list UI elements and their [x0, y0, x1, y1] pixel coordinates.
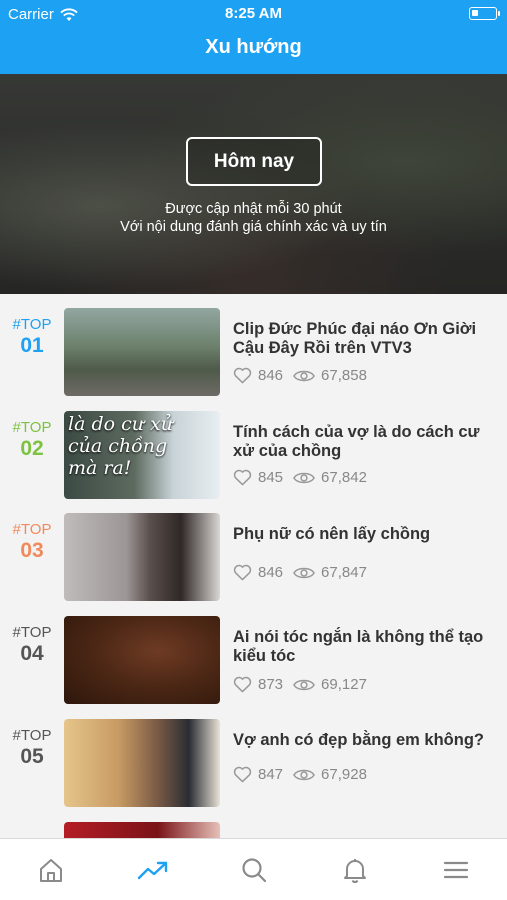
video-title[interactable]: Phụ nữ có nên lấy chồng [233, 525, 495, 544]
heart-icon[interactable] [233, 469, 252, 486]
rank-number: 02 [20, 437, 44, 460]
heart-icon[interactable] [233, 367, 252, 384]
like-count: 847 [258, 766, 284, 783]
hero-banner: Hôm nay Được cập nhật mỗi 30 phút Với nộ… [0, 74, 507, 294]
hero-subtitle: Được cập nhật mỗi 30 phút Với nội dung đ… [0, 200, 507, 236]
tab-home[interactable] [34, 855, 68, 885]
video-title[interactable]: Tính cách của vợ là do cách cư xử của ch… [233, 423, 495, 461]
like-count: 845 [258, 469, 284, 486]
eye-icon [293, 471, 315, 485]
view-count: 67,847 [321, 564, 367, 581]
list-item[interactable]: #TOP 04 Ai nói tóc ngắn là không thể tạo… [0, 602, 507, 705]
eye-icon [293, 369, 315, 383]
view-count: 67,858 [321, 367, 367, 384]
home-icon [40, 859, 62, 882]
list-item[interactable]: #TOP 02 là do cư xử của chồng mà ra! Tín… [0, 397, 507, 500]
menu-icon [443, 861, 469, 879]
heart-icon[interactable] [233, 564, 252, 581]
like-count: 846 [258, 564, 284, 581]
video-thumbnail[interactable]: là do cư xử của chồng mà ra! [64, 411, 220, 499]
view-count: 67,842 [321, 469, 367, 486]
eye-icon [293, 768, 315, 782]
rank-number: 05 [20, 745, 44, 768]
bell-icon [344, 859, 366, 883]
video-thumbnail[interactable] [64, 616, 220, 704]
video-thumbnail[interactable] [64, 719, 220, 807]
video-title[interactable]: Vợ anh có đẹp bằng em không? [233, 731, 495, 750]
page-title: Xu hướng [205, 36, 302, 58]
eye-icon [293, 566, 315, 580]
rank-tag: #TOP [12, 727, 52, 744]
rank-tag: #TOP [12, 624, 52, 641]
like-count: 873 [258, 676, 284, 693]
video-stats: 846 67,847 [233, 564, 367, 581]
like-count: 846 [258, 367, 284, 384]
hero-subtitle-line2: Với nội dung đánh giá chính xác và uy tí… [120, 219, 387, 235]
heart-icon[interactable] [233, 766, 252, 783]
hero-subtitle-line1: Được cập nhật mỗi 30 phút [165, 201, 342, 217]
view-count: 67,928 [321, 766, 367, 783]
video-stats: 845 67,842 [233, 469, 367, 486]
list-item[interactable]: #TOP 01 Clip Đức Phúc đại náo Ơn Giời Cậ… [0, 294, 507, 397]
status-bar: Carrier 8:25 AM [0, 0, 507, 28]
tab-bar [0, 838, 507, 900]
rank-badge: #TOP 05 [0, 727, 64, 769]
tab-search[interactable] [237, 855, 271, 885]
today-button[interactable]: Hôm nay [186, 137, 322, 186]
list-item[interactable]: #TOP 03 Phụ nữ có nên lấy chồng 846 67,8… [0, 499, 507, 602]
trending-icon [137, 861, 168, 880]
eye-icon [293, 678, 315, 692]
search-icon [242, 858, 267, 883]
rank-tag: #TOP [12, 316, 52, 333]
video-title[interactable]: Ai nói tóc ngắn là không thể tạo kiểu tó… [233, 628, 495, 666]
rank-badge: #TOP 02 [0, 419, 64, 461]
thumb-caption: là do cư xử của chồng mà ra! [68, 413, 173, 479]
video-stats: 847 67,928 [233, 766, 367, 783]
rank-number: 03 [20, 539, 44, 562]
video-thumbnail[interactable] [64, 308, 220, 396]
rank-badge: #TOP 01 [0, 316, 64, 358]
battery-icon [469, 7, 500, 20]
tab-notifications[interactable] [338, 855, 372, 885]
view-count: 69,127 [321, 676, 367, 693]
video-stats: 846 67,858 [233, 367, 367, 384]
video-thumbnail[interactable] [64, 513, 220, 601]
rank-badge: #TOP 04 [0, 624, 64, 666]
rank-tag: #TOP [12, 521, 52, 538]
rank-badge: #TOP 03 [0, 521, 64, 563]
video-title[interactable]: Clip Đức Phúc đại náo Ơn Giời Cậu Đây Rồ… [233, 320, 495, 358]
status-time: 8:25 AM [225, 5, 282, 22]
tab-trending[interactable] [136, 855, 170, 885]
rank-number: 01 [20, 334, 44, 357]
rank-tag: #TOP [12, 419, 52, 436]
video-stats: 873 69,127 [233, 676, 367, 693]
tab-menu[interactable] [439, 855, 473, 885]
top-bar: Carrier 8:25 AM Xu hướng [0, 0, 507, 74]
list-item[interactable]: #TOP 05 Vợ anh có đẹp bằng em không? 847… [0, 705, 507, 808]
rank-number: 04 [20, 642, 44, 665]
heart-icon[interactable] [233, 676, 252, 693]
